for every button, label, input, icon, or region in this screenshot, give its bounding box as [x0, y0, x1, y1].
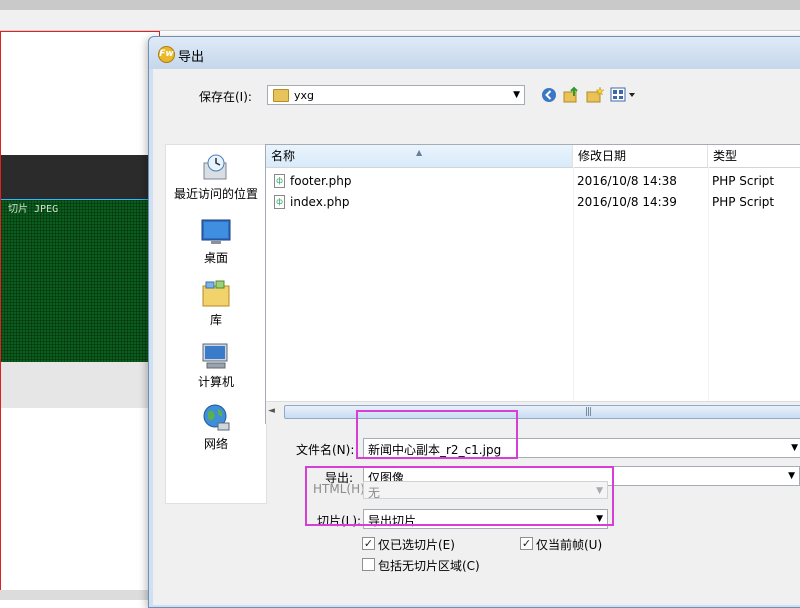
place-label-libraries: 库: [209, 313, 222, 327]
file-row[interactable]: ф footer.php 2016/10/8 14:38 PHP Script: [266, 171, 800, 192]
include-unsliced-checkbox[interactable]: [362, 558, 375, 571]
annotation-box-filename: [356, 410, 518, 459]
column-header-name[interactable]: 名称 ▲: [266, 145, 573, 167]
view-menu-icon[interactable]: [609, 85, 639, 105]
dialog-body: 保存在(I): yxg ▼ 最近访问的位置 桌面 库 计算机 网络 名称 ▲ 修…: [153, 69, 800, 605]
place-libraries[interactable]: 库: [166, 279, 266, 328]
file-type: PHP Script: [712, 174, 775, 188]
up-folder-icon[interactable]: [561, 85, 581, 105]
dialog-title-bar[interactable]: Fw 导出: [149, 37, 800, 69]
place-network[interactable]: 网络: [166, 403, 266, 452]
current-frame-checkbox[interactable]: ✓: [520, 537, 533, 550]
dialog-title: 导出: [178, 50, 205, 65]
place-label-desktop: 桌面: [203, 251, 228, 265]
file-name: index.php: [290, 195, 350, 209]
include-unsliced-label: 包括无切片区域(C): [378, 559, 480, 573]
php-file-icon: ф: [274, 174, 285, 188]
file-list: 名称 ▲ 修改日期 类型 ф footer.php 2016/10/8 14:3…: [265, 144, 800, 424]
place-label-computer: 计算机: [197, 375, 234, 389]
place-recent[interactable]: 最近访问的位置: [166, 153, 266, 202]
file-list-header: 名称 ▲ 修改日期 类型: [266, 145, 800, 168]
column-header-date[interactable]: 修改日期: [573, 145, 708, 167]
save-in-value: yxg: [294, 89, 315, 102]
file-name: footer.php: [290, 174, 352, 188]
export-dialog: Fw 导出 保存在(I): yxg ▼ 最近访问的位置 桌面 库 计算机 网络 …: [148, 36, 800, 608]
place-desktop[interactable]: 桌面: [166, 217, 266, 266]
canvas-footer-band: [1, 362, 151, 408]
file-date: 2016/10/8 14:39: [577, 195, 677, 209]
libraries-icon: [201, 279, 231, 307]
desktop-icon: [201, 217, 231, 245]
chevron-down-icon: ▼: [788, 471, 795, 481]
network-icon: [201, 403, 231, 431]
file-date: 2016/10/8 14:38: [577, 174, 677, 188]
current-frame-label: 仅当前帧(U): [536, 538, 603, 552]
new-folder-icon[interactable]: [585, 85, 605, 105]
folder-icon: [273, 89, 289, 102]
chevron-down-icon[interactable]: ▼: [791, 443, 798, 453]
scrollbar-grip-icon: |||: [585, 407, 592, 417]
save-in-dropdown[interactable]: yxg ▼: [267, 85, 525, 105]
back-icon[interactable]: [539, 85, 559, 105]
horizontal-scrollbar[interactable]: ◄ |||: [266, 401, 800, 424]
file-type: PHP Script: [712, 195, 775, 209]
scroll-left-icon[interactable]: ◄: [268, 406, 275, 416]
slice-label: 切片 JPEG: [8, 204, 59, 215]
column-name-label: 名称: [271, 149, 296, 163]
place-label-network: 网络: [203, 437, 228, 451]
chevron-down-icon: ▼: [513, 90, 520, 100]
canvas-header-band: [1, 155, 151, 199]
selected-slices-label: 仅已选切片(E): [378, 538, 455, 552]
places-bar: 最近访问的位置 桌面 库 计算机 网络: [165, 144, 267, 504]
php-file-icon: ф: [274, 195, 285, 209]
app-toolbar: [0, 10, 800, 31]
column-date-label: 修改日期: [578, 149, 627, 163]
column-header-type[interactable]: 类型: [708, 145, 800, 167]
computer-icon: [201, 341, 231, 369]
place-computer[interactable]: 计算机: [166, 341, 266, 390]
fireworks-app-icon: Fw: [158, 46, 175, 63]
recent-places-icon: [201, 153, 231, 181]
sort-ascending-icon: ▲: [416, 148, 423, 157]
canvas-slice-region[interactable]: [1, 199, 151, 363]
save-in-label: 保存在(I):: [199, 90, 252, 104]
selected-slices-checkbox[interactable]: ✓: [362, 537, 375, 550]
column-type-label: 类型: [713, 149, 738, 163]
file-row[interactable]: ф index.php 2016/10/8 14:39 PHP Script: [266, 192, 800, 213]
place-label-recent: 最近访问的位置: [173, 187, 258, 201]
filename-label: 文件名(N):: [296, 443, 355, 457]
annotation-box-export-options: [305, 466, 614, 526]
